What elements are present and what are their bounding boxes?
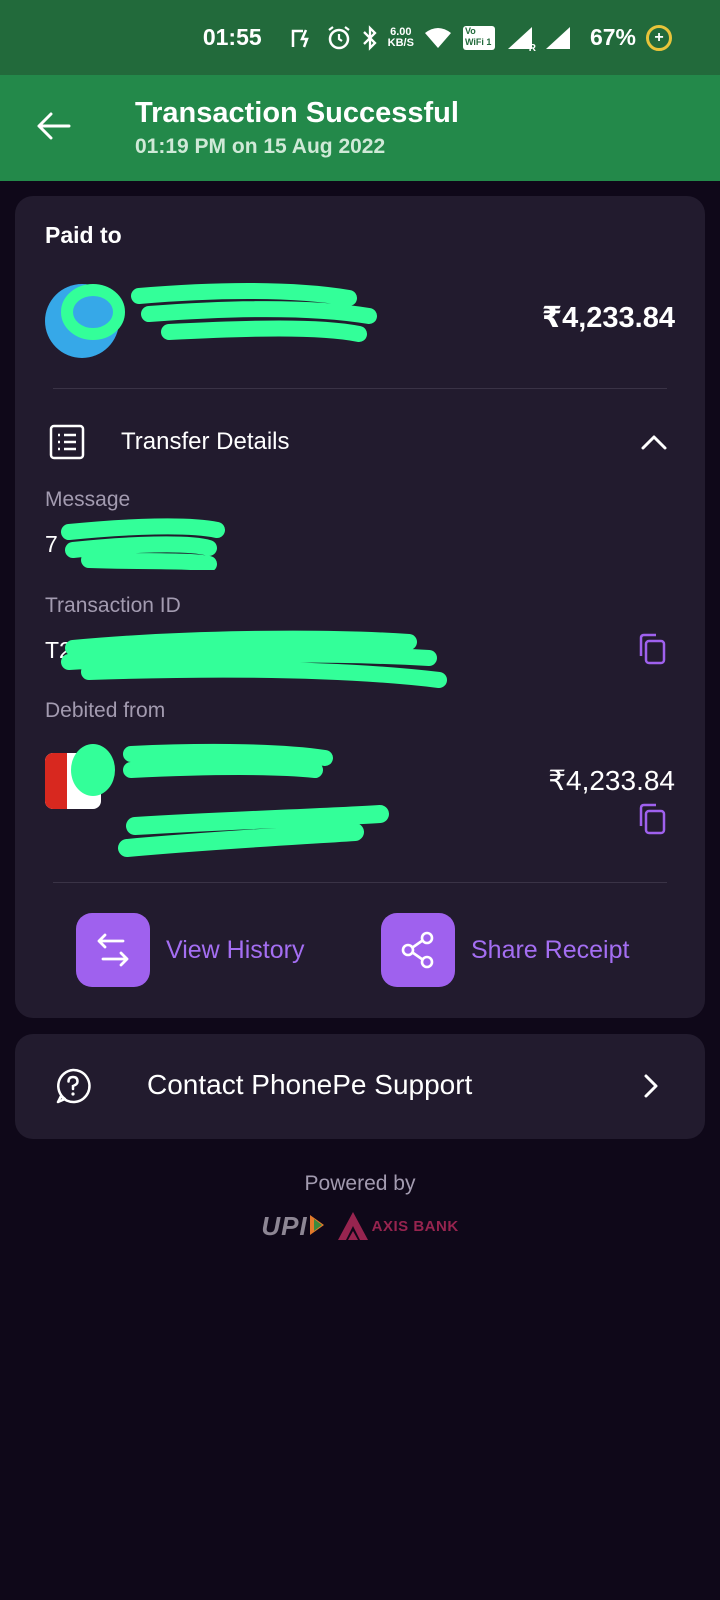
data-transfer-icon: [290, 27, 316, 49]
transaction-timestamp: 01:19 PM on 15 Aug 2022: [135, 135, 386, 158]
network-speed: 6.00 KB/S: [387, 26, 414, 49]
divider: [53, 388, 667, 389]
page-title: Transaction Successful: [135, 97, 459, 129]
share-receipt-label[interactable]: Share Receipt: [471, 936, 629, 965]
view-history-label[interactable]: View History: [166, 936, 304, 965]
arrow-left-icon: [37, 112, 71, 140]
copy-transaction-id-icon[interactable]: [637, 632, 667, 666]
battery-saver-icon: +: [646, 24, 672, 51]
divider: [53, 882, 667, 883]
vowifi-icon: Vo WiFi 1: [462, 25, 496, 51]
bluetooth-icon: [362, 24, 378, 51]
receipt-list-icon: [49, 424, 85, 460]
message-label: Message: [45, 488, 131, 511]
network-speed-unit: KB/S: [387, 36, 414, 49]
debited-amount: ₹4,233.84: [548, 765, 675, 796]
contact-support-label[interactable]: Contact PhonePe Support: [147, 1069, 472, 1101]
powered-by-label: Powered by: [304, 1172, 416, 1195]
contact-support-button[interactable]: Contact PhonePe Support: [15, 1034, 705, 1139]
copy-account-icon[interactable]: [637, 802, 667, 836]
app-header: Transaction Successful 01:19 PM on 15 Au…: [0, 75, 720, 181]
axis-bank-name: AXIS BANK: [371, 1217, 459, 1235]
debited-from-label: Debited from: [45, 699, 166, 722]
message-redaction: [61, 518, 225, 570]
transaction-id-label: Transaction ID: [45, 594, 181, 617]
battery-symbol: +: [654, 28, 664, 46]
battery-percent: 67%: [589, 24, 636, 50]
partner-logos: UPI AXIS BANK: [0, 1206, 720, 1246]
share-receipt-button[interactable]: Share Receipt: [381, 913, 629, 987]
help-chat-icon: [56, 1068, 91, 1104]
roaming-label: R: [528, 42, 536, 54]
alarm-icon: [326, 25, 352, 51]
swap-arrows-icon: [97, 933, 129, 967]
share-icon: [401, 931, 434, 969]
volte-label: Vo: [464, 25, 476, 36]
transfer-details-label: Transfer Details: [121, 428, 290, 455]
signal-icon: [544, 26, 572, 50]
payee-name-redaction: [61, 283, 377, 342]
transaction-id-redaction: [61, 630, 447, 688]
view-history-icon-box[interactable]: [76, 913, 150, 987]
transaction-details-card: Paid to ₹4,233.84 Transfer Details Messa…: [15, 196, 705, 1018]
status-bar: 01:55 6.00 KB/S Vo WiFi 1 R 67% +: [0, 0, 720, 75]
bank-account-redaction: [71, 743, 389, 857]
axis-bank-icon: [337, 1212, 368, 1240]
wifi-label: WiFi: [464, 36, 484, 47]
axis-bank-logo: AXIS BANK: [337, 1212, 459, 1240]
chevron-right-icon: [644, 1074, 658, 1098]
message-value: 7: [45, 531, 58, 557]
upi-logo: UPI: [261, 1210, 324, 1242]
paid-to-label: Paid to: [45, 222, 122, 248]
status-time: 01:55: [202, 24, 262, 50]
wifi-icon: [424, 27, 452, 49]
wifi-level: 1: [486, 36, 492, 47]
view-history-button[interactable]: View History: [76, 913, 304, 987]
paid-amount: ₹4,233.84: [541, 302, 675, 334]
share-receipt-icon-box[interactable]: [381, 913, 455, 987]
chevron-up-icon[interactable]: [639, 428, 669, 458]
signal-roaming-icon: R: [506, 26, 536, 54]
back-button[interactable]: [32, 105, 74, 147]
upi-logo-text: UPI: [261, 1210, 308, 1241]
